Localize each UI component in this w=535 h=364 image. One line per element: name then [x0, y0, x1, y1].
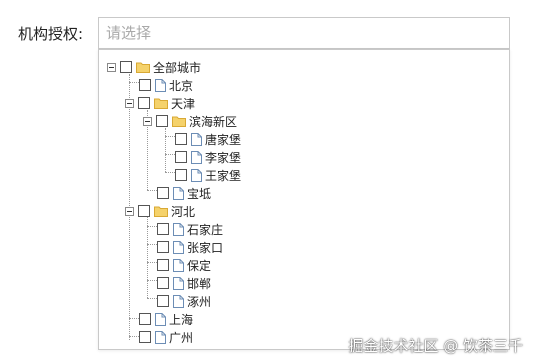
tree-node-label: 宝坻	[187, 186, 212, 201]
tree-node-guangzhou[interactable]: 广州	[139, 328, 193, 346]
collapse-toggle-icon[interactable]	[125, 206, 134, 216]
tree-node-checkbox[interactable]	[175, 151, 187, 163]
folder-open-icon	[172, 115, 186, 127]
form-label: 机构授权:	[18, 25, 84, 43]
tree-node-baoding[interactable]: 保定	[157, 256, 211, 274]
tree-node-checkbox[interactable]	[157, 277, 169, 289]
tree-node-checkbox[interactable]	[138, 97, 150, 109]
file-icon	[155, 312, 166, 326]
tree-node-checkbox[interactable]	[175, 133, 187, 145]
tree-node-checkbox[interactable]	[139, 313, 151, 325]
tree-node-shijiazhuang[interactable]: 石家庄	[157, 220, 223, 238]
file-icon	[173, 276, 184, 290]
tree-node-label: 北京	[169, 78, 194, 93]
file-icon	[155, 330, 166, 344]
tree-node-label: 涿州	[187, 294, 212, 309]
file-icon	[191, 168, 202, 182]
tree-node-label: 邯郸	[187, 276, 212, 291]
tree-node-checkbox[interactable]	[175, 169, 187, 181]
tree-node-label: 河北	[171, 204, 196, 219]
tree-node-tangjiabao[interactable]: 唐家堡	[175, 130, 241, 148]
tree-node-checkbox[interactable]	[139, 331, 151, 343]
file-icon	[173, 258, 184, 272]
tree-node-label: 滨海新区	[189, 114, 238, 129]
tree-node-checkbox[interactable]	[157, 241, 169, 253]
tree-node-zhuozhou[interactable]: 涿州	[157, 292, 211, 310]
tree-node-label: 唐家堡	[205, 132, 242, 147]
tree-node-label: 全部城市	[153, 60, 202, 75]
file-icon	[173, 240, 184, 254]
tree-node-checkbox[interactable]	[139, 79, 151, 91]
tree-node-label: 天津	[171, 96, 196, 111]
tree-node-all-cities[interactable]: 全部城市	[107, 58, 201, 76]
tree: 全部城市 北京 天津 滨海新区 唐家堡 李家堡 王家堡 宝坻 河北 石家庄 张家…	[99, 50, 509, 349]
tree-node-tianjin[interactable]: 天津	[125, 94, 195, 112]
tree-node-hebei[interactable]: 河北	[125, 202, 195, 220]
folder-open-icon	[154, 97, 168, 109]
file-icon	[173, 186, 184, 200]
file-icon	[173, 222, 184, 236]
collapse-toggle-icon[interactable]	[107, 62, 116, 72]
tree-node-label: 上海	[169, 312, 194, 327]
file-icon	[191, 150, 202, 164]
tree-node-checkbox[interactable]	[156, 115, 168, 127]
page-frame: 机构授权: 全部城市	[0, 0, 535, 364]
folder-open-icon	[154, 205, 168, 217]
tree-node-checkbox[interactable]	[157, 187, 169, 199]
folder-open-icon	[136, 61, 150, 73]
tree-node-label: 张家口	[187, 240, 224, 255]
tree-node-baodi[interactable]: 宝坻	[157, 184, 211, 202]
tree-node-zhangjiakou[interactable]: 张家口	[157, 238, 223, 256]
tree-node-checkbox[interactable]	[120, 61, 132, 73]
tree-node-label: 石家庄	[187, 222, 224, 237]
tree-node-binhai[interactable]: 滨海新区	[143, 112, 237, 130]
tree-node-checkbox[interactable]	[157, 295, 169, 307]
tree-node-checkbox[interactable]	[157, 223, 169, 235]
tree-node-label: 保定	[187, 258, 212, 273]
collapse-toggle-icon[interactable]	[143, 116, 152, 126]
tree-node-label: 李家堡	[205, 150, 242, 165]
collapse-toggle-icon[interactable]	[125, 98, 134, 108]
tree-node-shanghai[interactable]: 上海	[139, 310, 193, 328]
tree-node-label: 王家堡	[205, 168, 242, 183]
select-input[interactable]	[98, 17, 510, 49]
tree-node-checkbox[interactable]	[138, 205, 150, 217]
file-icon	[191, 132, 202, 146]
tree-dropdown: 全部城市 北京 天津 滨海新区 唐家堡 李家堡 王家堡 宝坻 河北 石家庄 张家…	[98, 49, 510, 350]
tree-node-handan[interactable]: 邯郸	[157, 274, 211, 292]
file-icon	[173, 294, 184, 308]
tree-node-beijing[interactable]: 北京	[139, 76, 193, 94]
tree-node-wangjiabao[interactable]: 王家堡	[175, 166, 241, 184]
file-icon	[155, 78, 166, 92]
tree-node-checkbox[interactable]	[157, 259, 169, 271]
watermark: 掘金技术社区 @ 饮茶三千	[348, 337, 523, 355]
tree-node-lijiabao[interactable]: 李家堡	[175, 148, 241, 166]
tree-node-label: 广州	[169, 330, 194, 345]
